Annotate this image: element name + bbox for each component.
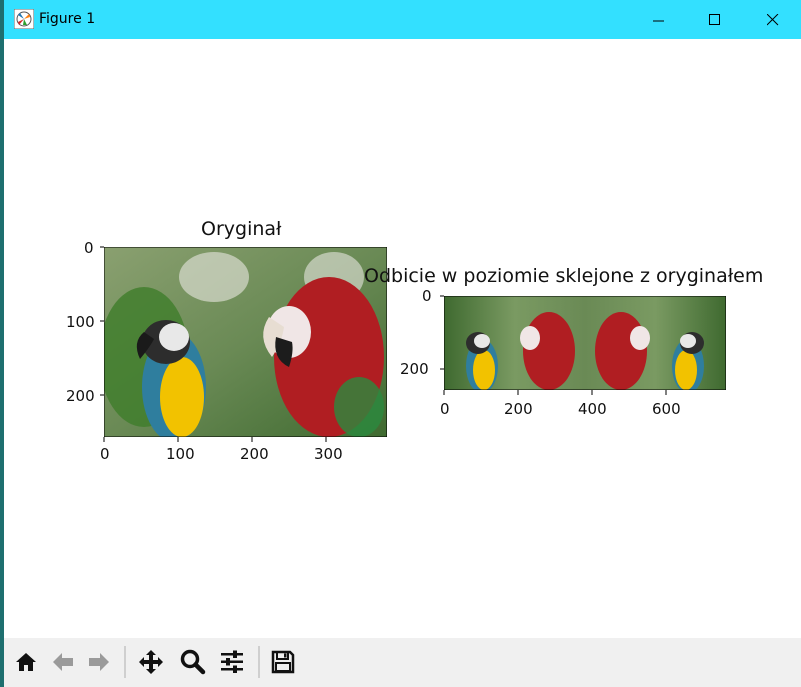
maximize-icon bbox=[709, 13, 720, 25]
title-bar[interactable]: Figure 1 bbox=[4, 0, 801, 39]
axes2-xtick: 200 bbox=[504, 400, 533, 418]
axes1-ticks bbox=[100, 246, 327, 442]
axes1-xtick: 100 bbox=[166, 445, 195, 463]
magnifier-icon bbox=[180, 649, 206, 675]
back-button[interactable] bbox=[46, 644, 80, 680]
figure-window: Figure 1 Oryginał 0 100 200 0 100 200 30… bbox=[4, 0, 801, 687]
axes1-ytick: 0 bbox=[84, 239, 94, 257]
axes2-xtick: 0 bbox=[440, 400, 450, 418]
axes1-ytick: 100 bbox=[66, 313, 95, 331]
axes2-xtick: 600 bbox=[652, 400, 681, 418]
close-button[interactable] bbox=[744, 0, 801, 39]
axes2-xtick: 400 bbox=[578, 400, 607, 418]
save-button[interactable] bbox=[266, 644, 300, 680]
window-title: Figure 1 bbox=[39, 11, 96, 27]
toolbar-separator bbox=[124, 646, 126, 678]
axes1-xtick: 0 bbox=[100, 445, 110, 463]
toolbar-separator bbox=[258, 646, 260, 678]
matplotlib-icon bbox=[14, 9, 34, 29]
close-icon bbox=[767, 13, 779, 25]
home-icon bbox=[16, 653, 36, 671]
axes1-xtick: 300 bbox=[314, 445, 343, 463]
axes2-ticks bbox=[440, 295, 667, 395]
axes2-title: Odbicie w poziomie sklejone z oryginałem bbox=[364, 265, 764, 287]
axes1-title: Oryginał bbox=[201, 218, 282, 240]
axes2-ytick: 0 bbox=[422, 287, 432, 305]
forward-button[interactable] bbox=[82, 644, 116, 680]
minimize-button[interactable] bbox=[630, 0, 688, 39]
minimize-icon bbox=[653, 20, 664, 21]
floppy-disk-icon bbox=[271, 650, 295, 674]
zoom-button[interactable] bbox=[176, 644, 210, 680]
axes2-ytick: 200 bbox=[400, 360, 429, 378]
axes1-ytick: 200 bbox=[66, 387, 95, 405]
pan-button[interactable] bbox=[134, 644, 168, 680]
configure-subplots-button[interactable] bbox=[215, 644, 249, 680]
navigation-toolbar bbox=[4, 638, 801, 687]
move-icon bbox=[139, 650, 163, 674]
arrow-left-icon bbox=[53, 653, 73, 671]
sliders-icon bbox=[221, 650, 243, 673]
maximize-button[interactable] bbox=[686, 0, 744, 39]
arrow-right-icon bbox=[89, 653, 109, 671]
home-button[interactable] bbox=[9, 644, 43, 680]
figure-canvas[interactable]: Oryginał 0 100 200 0 100 200 300 Odbicie… bbox=[4, 39, 801, 638]
axes1-xtick: 200 bbox=[240, 445, 269, 463]
